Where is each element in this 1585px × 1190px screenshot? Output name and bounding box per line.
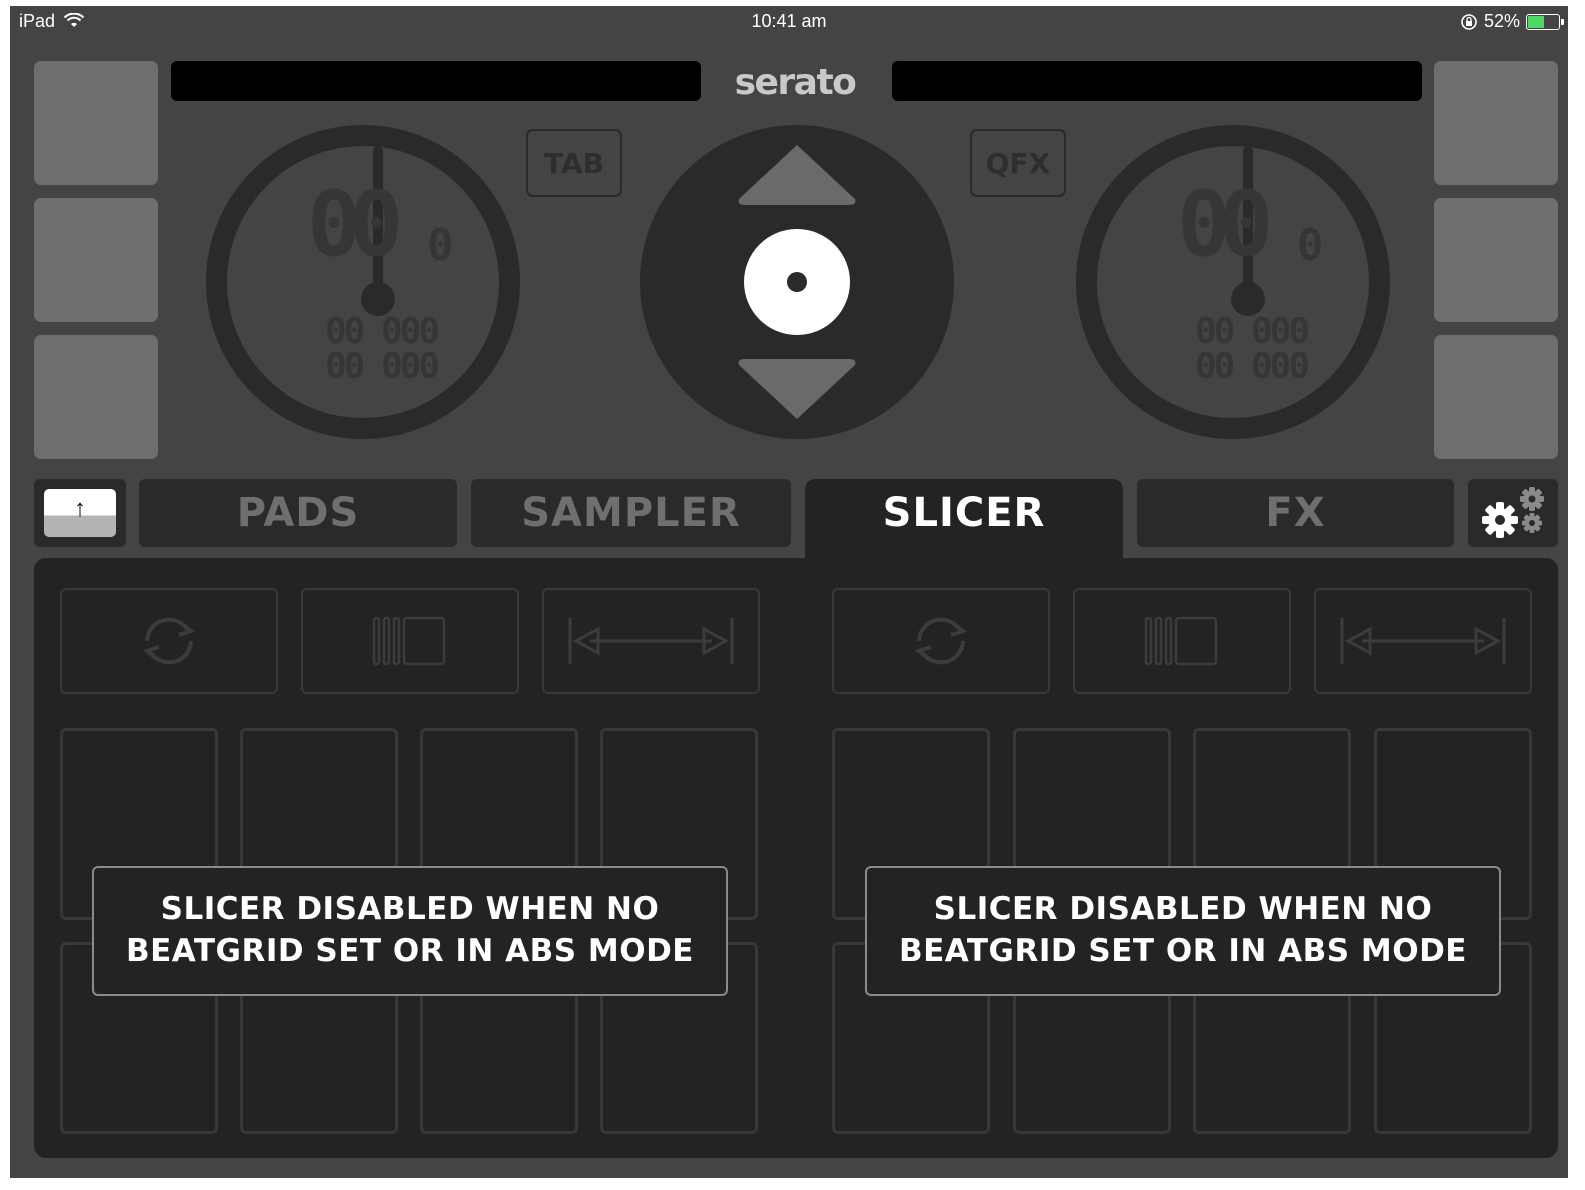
left-slicer-disabled-message: SLICER DISABLED WHEN NO BEATGRID SET OR … bbox=[92, 866, 728, 996]
library-nav-wheel[interactable] bbox=[640, 125, 954, 439]
right-deck-platter[interactable]: 00 0 00 000 00 000 bbox=[1076, 125, 1390, 439]
slice-domain-icon bbox=[1144, 616, 1218, 666]
left-side-button-2[interactable] bbox=[34, 198, 158, 322]
status-time: 10:41 am bbox=[751, 11, 827, 31]
scroll-up-icon[interactable] bbox=[735, 141, 859, 209]
shift-arrow-icon: ↑ bbox=[44, 489, 116, 537]
left-deck-small-number: 0 bbox=[427, 220, 454, 271]
left-track-display bbox=[171, 61, 701, 101]
tab-mode-button[interactable]: TAB bbox=[526, 129, 622, 197]
right-deck-big-number: 00 bbox=[1177, 172, 1273, 277]
status-bar: iPad 10:41 am 52% bbox=[10, 6, 1568, 38]
left-deck-platter[interactable]: 00 0 00 000 00 000 bbox=[206, 125, 520, 439]
status-right: 52% bbox=[1460, 11, 1564, 32]
tab-pads[interactable]: PADS bbox=[139, 479, 457, 547]
gear-icon bbox=[1482, 487, 1544, 538]
tab-slicer[interactable]: SLICER bbox=[805, 479, 1123, 565]
left-deck-readout-2: 00 000 bbox=[324, 346, 440, 387]
right-slicer-domain-button[interactable] bbox=[1073, 588, 1291, 694]
range-icon bbox=[1340, 618, 1506, 664]
left-deck-readout-1: 00 000 bbox=[324, 311, 440, 352]
tab-pads-label: PADS bbox=[236, 490, 360, 536]
load-track-disc-button[interactable] bbox=[744, 229, 850, 335]
disc-center-dot bbox=[787, 272, 807, 292]
left-slicer-domain-button[interactable] bbox=[301, 588, 519, 694]
shift-button[interactable]: ↑ bbox=[34, 479, 126, 547]
rotation-lock-icon bbox=[1461, 13, 1477, 30]
slicer-panel: SLICER DISABLED WHEN NO BEATGRID SET OR … bbox=[34, 558, 1558, 1158]
right-slicer-disabled-text: SLICER DISABLED WHEN NO BEATGRID SET OR … bbox=[899, 891, 1467, 969]
left-slicer-disabled-text: SLICER DISABLED WHEN NO BEATGRID SET OR … bbox=[126, 891, 694, 969]
right-side-button-2[interactable] bbox=[1434, 198, 1558, 322]
left-side-button-1[interactable] bbox=[34, 61, 158, 185]
tab-sampler[interactable]: SAMPLER bbox=[471, 479, 791, 547]
loop-icon bbox=[142, 617, 196, 665]
tab-fx-label: FX bbox=[1265, 490, 1326, 536]
left-slicer-loop-button[interactable] bbox=[60, 588, 278, 694]
right-slicer-disabled-message: SLICER DISABLED WHEN NO BEATGRID SET OR … bbox=[865, 866, 1501, 996]
right-side-button-1[interactable] bbox=[1434, 61, 1558, 185]
right-deck-readout-1: 00 000 bbox=[1194, 311, 1310, 352]
battery-fill bbox=[1528, 15, 1544, 28]
battery-percent: 52% bbox=[1483, 11, 1520, 31]
right-slicer-loop-button[interactable] bbox=[832, 588, 1050, 694]
right-deck-readout-2: 00 000 bbox=[1194, 346, 1310, 387]
app-screen: iPad 10:41 am 52% serato 00 0 00 000 00 … bbox=[10, 6, 1568, 1178]
tab-slicer-label: SLICER bbox=[882, 490, 1046, 536]
qfx-mode-button[interactable]: QFX bbox=[970, 129, 1066, 197]
range-icon bbox=[568, 618, 734, 664]
serato-logo: serato bbox=[734, 62, 857, 103]
left-side-button-3[interactable] bbox=[34, 335, 158, 459]
left-deck-big-number: 00 bbox=[307, 172, 403, 277]
loop-icon bbox=[914, 617, 968, 665]
slice-domain-icon bbox=[372, 616, 446, 666]
settings-button[interactable] bbox=[1468, 479, 1558, 547]
right-track-display bbox=[892, 61, 1422, 101]
scroll-down-icon[interactable] bbox=[735, 355, 859, 423]
right-deck-small-number: 0 bbox=[1297, 220, 1324, 271]
left-slicer-range-button[interactable] bbox=[542, 588, 760, 694]
right-side-button-3[interactable] bbox=[1434, 335, 1558, 459]
right-slicer-range-button[interactable] bbox=[1314, 588, 1532, 694]
tab-sampler-label: SAMPLER bbox=[521, 490, 741, 536]
tab-fx[interactable]: FX bbox=[1137, 479, 1454, 547]
battery-icon bbox=[1526, 13, 1564, 30]
